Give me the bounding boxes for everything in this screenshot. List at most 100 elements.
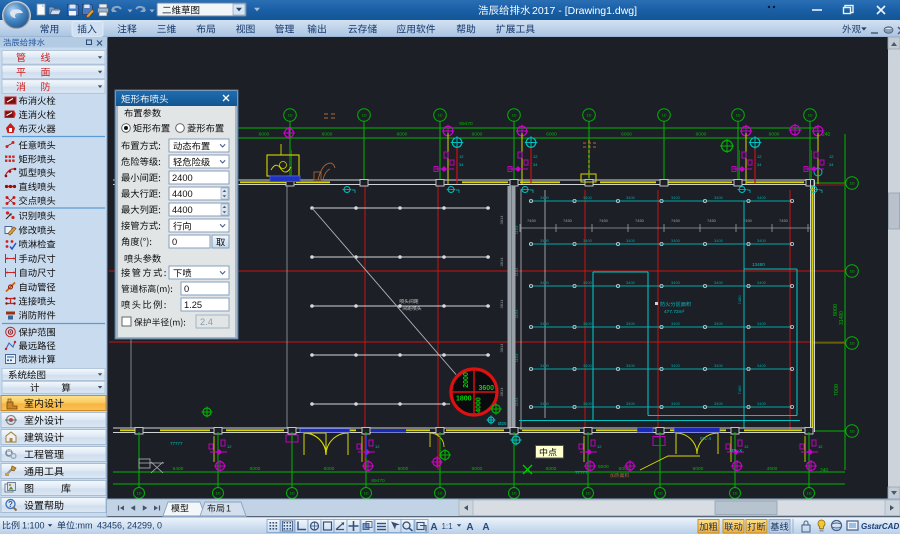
svg-text:6000: 6000 <box>769 132 780 138</box>
svg-text:1:100: 1:100 <box>22 521 45 531</box>
svg-text:IDL-4: IDL-4 <box>700 436 712 441</box>
svg-text:1PL-X: 1PL-X <box>729 448 743 454</box>
svg-text:3400: 3400 <box>626 321 636 326</box>
svg-text:34: 34 <box>459 162 464 167</box>
svg-text::mm: :mm <box>75 521 93 531</box>
svg-text:43456, 24299, 0: 43456, 24299, 0 <box>97 521 162 531</box>
svg-text:1D: 1D <box>437 491 442 496</box>
svg-text:0: 0 <box>184 284 189 294</box>
svg-text:3400: 3400 <box>757 321 767 326</box>
svg-text:6000: 6000 <box>693 466 704 472</box>
svg-text:12: 12 <box>459 154 464 159</box>
svg-text:3400: 3400 <box>671 238 681 243</box>
svg-text:3400: 3400 <box>540 321 550 326</box>
svg-text:3400: 3400 <box>540 195 550 200</box>
svg-text:3400: 3400 <box>757 401 767 406</box>
svg-text:1D: 1D <box>363 491 368 496</box>
svg-text:6000: 6000 <box>619 466 630 472</box>
svg-text:240: 240 <box>822 132 831 138</box>
svg-text:7450: 7450 <box>527 218 537 223</box>
svg-text:A: A <box>466 522 473 533</box>
svg-text:3400: 3400 <box>626 363 636 368</box>
svg-text:1D: 1D <box>661 113 666 118</box>
svg-text:1D: 1D <box>849 181 854 186</box>
svg-text:3814: 3814 <box>499 343 504 353</box>
svg-text:4400: 4400 <box>172 205 193 215</box>
svg-text:3400: 3400 <box>671 280 681 285</box>
svg-text:1D: 1D <box>849 429 854 434</box>
svg-text:6000: 6000 <box>397 132 408 138</box>
svg-text:6000: 6000 <box>398 466 409 472</box>
svg-text:1D: 1D <box>586 113 591 118</box>
svg-text:3400: 3400 <box>583 280 593 285</box>
svg-text:6000: 6000 <box>250 466 261 472</box>
svg-text:1D: 1D <box>807 113 812 118</box>
svg-text:2.4: 2.4 <box>200 317 213 327</box>
svg-text:3600: 3600 <box>479 385 495 392</box>
svg-text:4500: 4500 <box>767 466 778 472</box>
svg-text:1D: 1D <box>289 491 294 496</box>
svg-text:3400: 3400 <box>714 195 724 200</box>
svg-text:1800: 1800 <box>456 396 472 403</box>
svg-text:77777: 77777 <box>575 470 588 475</box>
svg-text:69470: 69470 <box>371 478 385 484</box>
svg-text:34: 34 <box>757 162 762 167</box>
svg-text:3400: 3400 <box>714 321 724 326</box>
svg-text:1D: 1D <box>511 491 516 496</box>
svg-text:6000: 6000 <box>324 466 335 472</box>
svg-text:6000: 6000 <box>621 132 632 138</box>
svg-text:1D: 1D <box>849 341 854 346</box>
svg-text:3400: 3400 <box>540 401 550 406</box>
svg-text:3400: 3400 <box>540 238 550 243</box>
svg-text:1154: 1154 <box>514 267 519 276</box>
svg-text:1:1: 1:1 <box>441 522 453 531</box>
svg-text:6000: 6000 <box>546 466 557 472</box>
svg-text:1D: 1D <box>511 113 516 118</box>
svg-text:12: 12 <box>744 444 749 449</box>
svg-text:3400: 3400 <box>714 238 724 243</box>
svg-text:1.25: 1.25 <box>184 300 202 310</box>
svg-text:3400: 3400 <box>626 280 636 285</box>
svg-text:6000: 6000 <box>546 132 557 138</box>
svg-text:31480: 31480 <box>839 311 845 325</box>
svg-text:6000: 6000 <box>472 132 483 138</box>
svg-text:13480: 13480 <box>752 262 765 267</box>
svg-text:3400: 3400 <box>583 321 593 326</box>
svg-text:3400: 3400 <box>714 401 724 406</box>
svg-text:1D: 1D <box>437 113 442 118</box>
svg-text:3400: 3400 <box>626 238 636 243</box>
svg-text:3814: 3814 <box>499 387 504 397</box>
svg-text:1154: 1154 <box>514 309 519 318</box>
svg-text:7450: 7450 <box>707 218 717 223</box>
svg-text:3400: 3400 <box>757 280 767 285</box>
svg-text:12: 12 <box>818 444 823 449</box>
svg-text:1D: 1D <box>732 491 737 496</box>
svg-text:1154: 1154 <box>514 353 519 362</box>
svg-text:3400: 3400 <box>671 321 681 326</box>
svg-text:477.72m²: 477.72m² <box>664 309 685 315</box>
svg-text:6000: 6000 <box>322 132 333 138</box>
svg-text:7450: 7450 <box>779 218 789 223</box>
svg-text:3400: 3400 <box>583 363 593 368</box>
svg-text:2017 - [Drawing1.dwg]: 2017 - [Drawing1.dwg] <box>532 5 637 17</box>
svg-text:6400: 6400 <box>173 466 184 472</box>
svg-text:69470: 69470 <box>459 121 473 127</box>
svg-text:A: A <box>482 522 489 533</box>
svg-text:3400: 3400 <box>757 195 767 200</box>
svg-text:7450: 7450 <box>599 218 609 223</box>
svg-text:1: 1 <box>226 504 231 514</box>
svg-text:3400: 3400 <box>626 401 636 406</box>
svg-text:6000: 6000 <box>259 132 270 138</box>
svg-text:7480: 7480 <box>737 385 742 395</box>
svg-text:7450: 7450 <box>635 218 645 223</box>
svg-text:1D: 1D <box>657 491 662 496</box>
svg-text:77777: 77777 <box>170 441 183 446</box>
svg-text:3814: 3814 <box>499 257 504 267</box>
svg-text:1D: 1D <box>585 491 590 496</box>
svg-text:0: 0 <box>172 237 177 247</box>
svg-text:3400: 3400 <box>671 363 681 368</box>
svg-text:3400: 3400 <box>583 195 593 200</box>
svg-text:1D: 1D <box>136 491 141 496</box>
svg-text:34: 34 <box>829 162 834 167</box>
svg-text:12: 12 <box>375 444 380 449</box>
